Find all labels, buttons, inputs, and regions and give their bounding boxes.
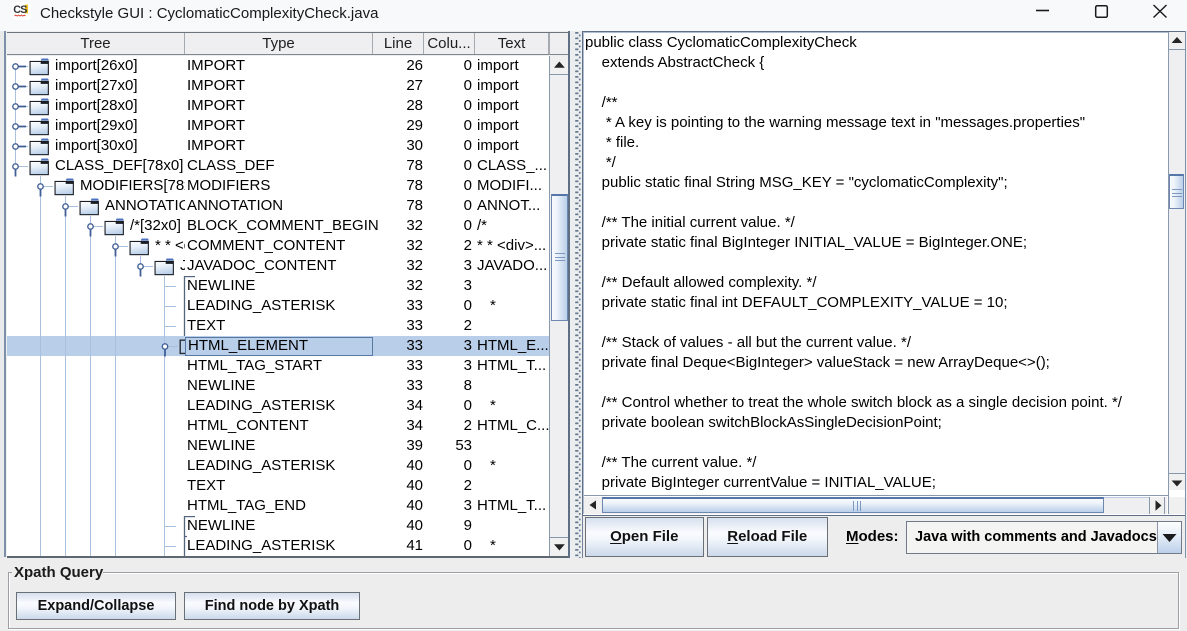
svg-text:CS: CS	[13, 4, 27, 16]
